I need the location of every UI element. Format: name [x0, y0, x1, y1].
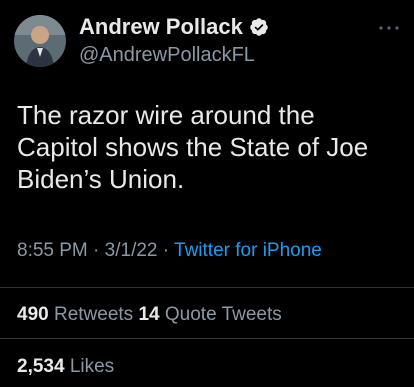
retweets-count: 490	[17, 304, 49, 325]
verified-badge-icon	[250, 18, 268, 36]
likes-label: Likes	[69, 356, 115, 377]
likes-stats: 2,534 Likes	[17, 356, 114, 378]
quote-tweets-link[interactable]: 14 Quote Tweets	[138, 304, 281, 325]
tweet-card: Andrew Pollack @AndrewPollackFL The razo…	[0, 0, 414, 387]
meta-separator: ·	[93, 240, 105, 261]
retweets-label: Retweets	[53, 304, 134, 325]
retweet-stats: 490 Retweets 14 Quote Tweets	[17, 304, 282, 326]
tweet-text: The razor wire around the Capitol shows …	[17, 100, 369, 194]
retweets-link[interactable]: 490 Retweets	[17, 304, 133, 325]
author-display-name[interactable]: Andrew Pollack	[79, 14, 243, 40]
avatar-image	[14, 15, 66, 67]
meta-separator: ·	[162, 240, 175, 261]
tweet-time[interactable]: 8:55 PM	[17, 240, 88, 261]
tweet-date[interactable]: 3/1/22	[105, 240, 158, 261]
quote-tweets-label: Quote Tweets	[164, 304, 282, 325]
more-options-icon[interactable]	[376, 22, 402, 34]
tweet-meta: 8:55 PM · 3/1/22 · Twitter for iPhone	[17, 240, 322, 262]
name-row: Andrew Pollack	[79, 14, 269, 40]
divider	[0, 287, 414, 288]
divider	[0, 338, 414, 339]
likes-link[interactable]: 2,534 Likes	[17, 356, 114, 377]
avatar[interactable]	[14, 15, 66, 67]
author-names: Andrew Pollack @AndrewPollackFL	[79, 14, 269, 68]
tweet-source-link[interactable]: Twitter for iPhone	[174, 240, 322, 261]
likes-count: 2,534	[17, 356, 65, 377]
quote-tweets-count: 14	[138, 304, 160, 325]
tweet-header: Andrew Pollack @AndrewPollackFL	[14, 14, 269, 68]
author-handle[interactable]: @AndrewPollackFL	[79, 42, 269, 68]
